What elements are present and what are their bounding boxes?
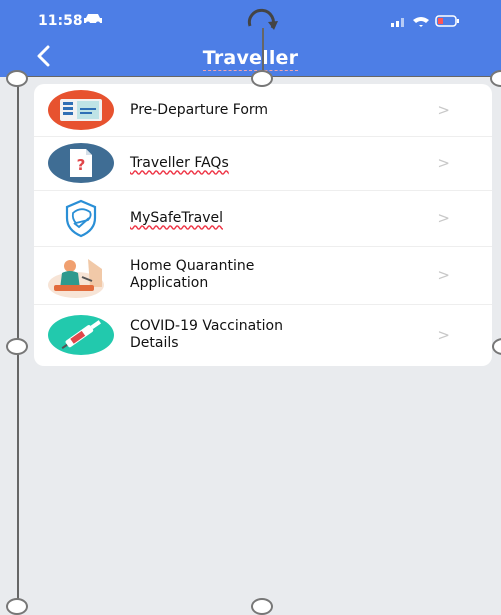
page-title: Traveller <box>202 47 299 71</box>
rotate-handle-icon[interactable] <box>238 6 286 38</box>
chevron-right-icon: > <box>437 326 450 344</box>
form-icon <box>46 88 116 132</box>
car-icon <box>84 14 102 26</box>
menu-item-label: COVID-19 Vaccination Details <box>130 318 283 351</box>
resize-handle-left[interactable] <box>6 338 28 355</box>
menu-item-label: Pre-Departure Form <box>130 101 269 118</box>
status-time: 11:58 <box>38 13 83 29</box>
shield-icon <box>46 196 116 240</box>
chevron-right-icon: > <box>437 209 450 227</box>
resize-handle-top[interactable] <box>251 70 273 87</box>
resize-handle-top-left[interactable] <box>6 70 28 87</box>
chevron-right-icon: > <box>437 266 450 284</box>
status-icons <box>391 15 459 27</box>
menu-item-pre-departure-form[interactable]: Pre-Departure Form > <box>34 84 492 137</box>
home-quarantine-icon <box>46 253 116 298</box>
menu-item-covid-vaccination-details[interactable]: COVID-19 Vaccination Details > <box>34 304 492 366</box>
menu-item-label: Traveller FAQs <box>130 154 229 171</box>
vaccine-icon <box>46 313 116 357</box>
svg-text:?: ? <box>77 156 86 174</box>
resize-handle-bottom[interactable] <box>251 598 273 615</box>
menu-item-traveller-faqs[interactable]: ? Traveller FAQs > <box>34 136 492 191</box>
menu-item-home-quarantine-application[interactable]: Home Quarantine Application > <box>34 246 492 305</box>
resize-handle-right[interactable] <box>492 338 501 355</box>
faq-icon: ? <box>46 141 116 185</box>
menu-item-label: Home Quarantine Application <box>130 258 255 291</box>
traveller-menu-card: Pre-Departure Form > ? Traveller FAQs > … <box>34 84 492 366</box>
menu-item-label: MySafeTravel <box>130 209 223 226</box>
chevron-right-icon: > <box>437 154 450 172</box>
chevron-right-icon: > <box>437 101 450 119</box>
menu-item-mysafetravel[interactable]: MySafeTravel > <box>34 190 492 247</box>
resize-handle-bottom-left[interactable] <box>6 598 28 615</box>
